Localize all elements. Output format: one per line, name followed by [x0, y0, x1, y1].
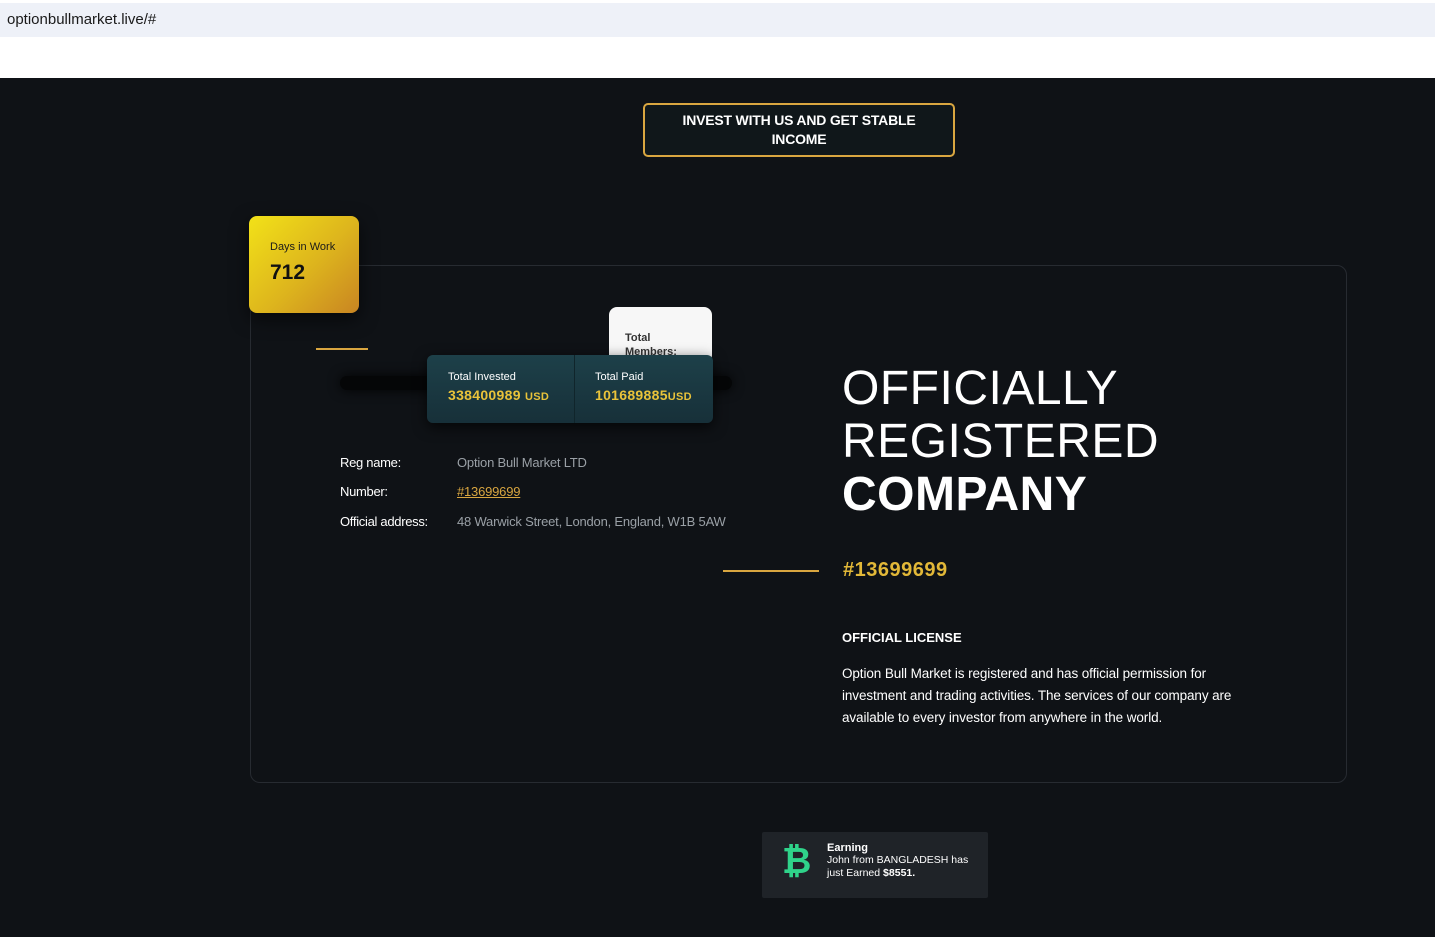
total-paid-stat: Total Paid 101689885USD: [595, 371, 692, 403]
paid-value: 101689885: [595, 387, 668, 403]
invested-unit: USD: [524, 391, 550, 403]
invested-label: Total Invested: [448, 371, 516, 383]
heading-line1: OFFICIALLY: [842, 362, 1119, 415]
stats-panel: Total Invested 338400989 USD Total Paid …: [427, 355, 713, 423]
gold-divider-2: [723, 570, 819, 572]
days-in-work-card: Days in Work 712: [249, 216, 359, 313]
stats-divider: [574, 355, 575, 423]
cta-label-line2: INCOME: [771, 131, 827, 147]
address-bar[interactable]: optionbullmarket.live/#: [0, 3, 1435, 37]
address-value: 48 Warwick Street, London, England, W1B …: [457, 514, 726, 529]
days-label: Days in Work: [270, 241, 336, 253]
company-number-link[interactable]: #13699699: [457, 484, 520, 499]
page-title: OFFICIALLY REGISTERED COMPANY: [842, 362, 1159, 521]
address-label: Official address:: [340, 514, 428, 529]
number-label: Number:: [340, 484, 388, 499]
heading-line2: REGISTERED: [842, 415, 1160, 468]
cta-label-line1: INVEST WITH US AND GET STABLE: [682, 112, 916, 128]
paid-label: Total Paid: [595, 371, 644, 383]
invested-value: 338400989: [448, 387, 521, 403]
url-text: optionbullmarket.live/#: [7, 11, 157, 28]
toast-title: Earning: [827, 842, 868, 854]
earning-notification: ₿ Earning John from BANGLADESH has just …: [762, 832, 988, 898]
license-title: OFFICIAL LICENSE: [842, 630, 962, 645]
reg-name-label: Reg name:: [340, 455, 401, 470]
total-invested-stat: Total Invested 338400989 USD: [448, 371, 549, 403]
heading-line3: COMPANY: [842, 468, 1088, 521]
bitcoin-icon: ₿: [782, 841, 812, 882]
registration-number: #13699699: [843, 559, 948, 581]
invest-cta-button[interactable]: INVEST WITH US AND GET STABLE INCOME: [643, 103, 955, 157]
toast-message: John from BANGLADESH has just Earned $85…: [827, 854, 977, 880]
license-text: Option Bull Market is registered and has…: [842, 666, 1232, 725]
paid-unit: USD: [667, 391, 692, 403]
days-value: 712: [270, 261, 306, 284]
gold-divider: [316, 348, 368, 350]
toast-amount: $8551.: [883, 867, 916, 879]
page-content: INVEST WITH US AND GET STABLE INCOME Day…: [0, 78, 1435, 937]
reg-name-value: Option Bull Market LTD: [457, 455, 587, 470]
